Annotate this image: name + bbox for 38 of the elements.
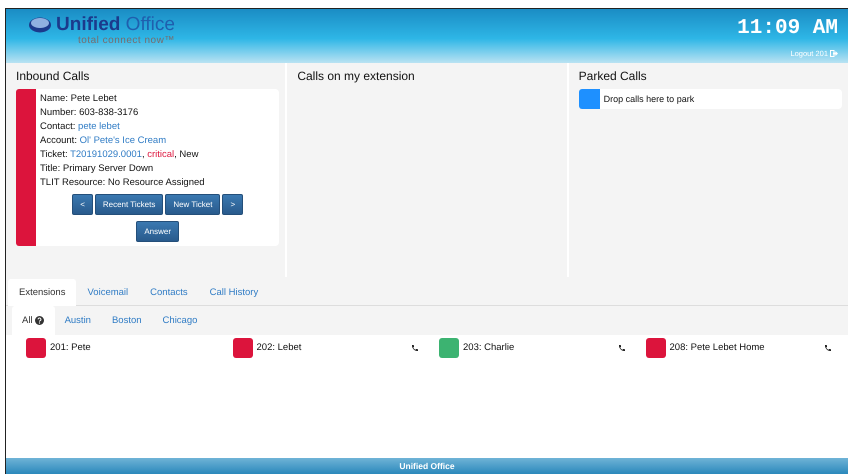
call-action-button[interactable]: New Ticket xyxy=(165,194,220,215)
logout-icon[interactable] xyxy=(830,50,838,57)
answer-button[interactable]: Answer xyxy=(136,221,179,242)
panel-title: Inbound Calls xyxy=(16,69,90,83)
location-tab[interactable]: Austin xyxy=(54,306,102,335)
detail-link[interactable]: pete lebet xyxy=(78,121,120,132)
call-detail: Account: Ol' Pete's Ice Cream xyxy=(40,135,168,146)
panel-title: Calls on my extension xyxy=(297,69,416,83)
location-tab[interactable]: Boston xyxy=(102,306,153,335)
call-detail: Name: Pete Lebet xyxy=(40,93,118,104)
extension-label[interactable]: 208: Pete Lebet Home xyxy=(670,342,824,353)
location-tab[interactable]: Chicago xyxy=(152,306,208,335)
extension-label[interactable]: 201: Pete xyxy=(50,342,212,353)
extension-label[interactable]: 202: Lebet xyxy=(256,342,411,353)
panel-title: Parked Calls xyxy=(578,69,648,83)
call-detail: TLIT Resource: No Resource Assigned xyxy=(40,177,206,188)
detail-link[interactable]: T20191029.0001 xyxy=(70,149,142,160)
detail-link[interactable]: Ol' Pete's Ice Cream xyxy=(80,135,166,146)
call-detail: Contact: pete lebet xyxy=(40,121,121,132)
call-action-button[interactable]: Recent Tickets xyxy=(94,194,164,215)
park-drop-zone[interactable]: Drop calls here to park xyxy=(578,89,842,109)
tab[interactable]: Contacts xyxy=(139,279,199,306)
call-detail: Title: Primary Server Down xyxy=(40,163,154,174)
call-detail: Ticket: T20191029.0001, critical, New xyxy=(40,149,200,160)
logo-title: Unified Office xyxy=(56,15,175,35)
logo-tagline: total connect now™ xyxy=(78,35,175,46)
call-action-button[interactable]: > xyxy=(222,194,244,215)
tab[interactable]: Call History xyxy=(198,279,270,306)
footer-text: Unified Office xyxy=(399,461,455,471)
logo-icon xyxy=(28,17,52,33)
clock: 11:09 AM xyxy=(737,17,838,40)
tab[interactable]: Voicemail xyxy=(76,279,140,306)
call-detail: Number: 603-838-3176 xyxy=(40,107,140,118)
call-action-button[interactable]: < xyxy=(72,194,93,215)
location-tab[interactable]: All xyxy=(12,306,55,335)
extension-label[interactable]: 203: Charlie xyxy=(463,342,618,353)
tab[interactable]: Extensions xyxy=(8,279,76,306)
park-hint: Drop calls here to park xyxy=(604,94,694,104)
